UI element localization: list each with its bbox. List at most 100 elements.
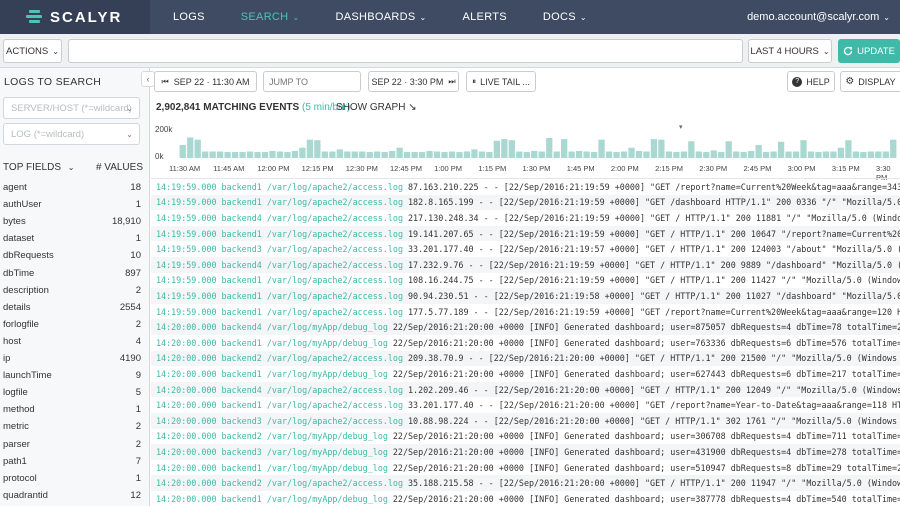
log-row[interactable]: 14:19:59.000 backend4/var/log/apache2/acc…: [151, 210, 900, 226]
histogram-bar[interactable]: [471, 149, 478, 158]
log-path[interactable]: /var/log/apache2/access.log: [267, 197, 403, 207]
histogram-bar[interactable]: [762, 152, 770, 158]
log-row[interactable]: 14:19:59.000 backend4/var/log/apache2/acc…: [151, 257, 900, 273]
histogram-bar[interactable]: [433, 151, 441, 158]
histogram-bar[interactable]: [254, 152, 261, 158]
log-row[interactable]: 14:20:00.000 backend2/var/log/apache2/acc…: [151, 350, 900, 367]
log-host[interactable]: backend1: [222, 494, 262, 504]
histogram-bar[interactable]: [374, 151, 381, 158]
histogram-bar[interactable]: [321, 151, 328, 158]
field-item[interactable]: quadrantid 12: [3, 487, 141, 504]
histogram-bar[interactable]: [605, 151, 613, 158]
jump-to-input[interactable]: [263, 71, 361, 92]
histogram-bar[interactable]: [590, 152, 598, 158]
histogram-bar[interactable]: [284, 152, 291, 158]
log-row[interactable]: 14:20:00.000 backend3/var/log/myApp/debug…: [151, 444, 900, 460]
histogram-bar[interactable]: [516, 151, 523, 158]
histogram-bar[interactable]: [777, 141, 785, 158]
log-host[interactable]: backend1: [222, 400, 262, 410]
log-row[interactable]: 14:19:59.000 backend1/var/log/apache2/acc…: [151, 304, 900, 320]
histogram-bar[interactable]: [299, 147, 306, 158]
log-path[interactable]: /var/log/apache2/access.log: [267, 385, 403, 395]
histogram-bar[interactable]: [568, 151, 575, 158]
histogram-bar[interactable]: [217, 151, 224, 158]
nav-item-dashboards[interactable]: DASHBOARDS ⌄: [317, 0, 444, 34]
histogram-bar[interactable]: [561, 139, 568, 158]
display-button[interactable]: ⚙ DISPLAY: [840, 71, 900, 92]
log-list[interactable]: 14:19:59.000 backend1/var/log/apache2/acc…: [151, 178, 900, 506]
field-item[interactable]: parser 2: [3, 436, 141, 453]
log-host[interactable]: backend3: [222, 416, 262, 426]
log-row[interactable]: 14:20:00.000 backend1/var/log/apache2/acc…: [151, 397, 900, 413]
histogram-bar[interactable]: [224, 152, 231, 158]
histogram-bar[interactable]: [194, 139, 201, 158]
log-row[interactable]: 14:19:59.000 backend1/var/log/apache2/acc…: [151, 194, 900, 211]
update-button[interactable]: UPDATE: [838, 39, 900, 63]
log-host[interactable]: backend3: [222, 447, 262, 457]
log-path[interactable]: /var/log/apache2/access.log: [267, 229, 403, 239]
histogram-bar[interactable]: [643, 151, 650, 158]
histogram-bar[interactable]: [807, 151, 815, 158]
histogram-bar[interactable]: [546, 138, 553, 158]
server-host-select[interactable]: SERVER/HOST (*=wildcard) ⌄: [3, 97, 140, 119]
histogram-bar[interactable]: [725, 141, 732, 158]
histogram-bar[interactable]: [620, 151, 628, 158]
histogram-bar[interactable]: [441, 152, 448, 158]
histogram-bar[interactable]: [179, 145, 186, 158]
histogram-bar[interactable]: [576, 150, 583, 158]
log-path[interactable]: /var/log/apache2/access.log: [267, 182, 403, 192]
histogram-bar[interactable]: [890, 139, 897, 158]
histogram-bar[interactable]: [680, 151, 687, 158]
log-host[interactable]: backend2: [222, 431, 262, 441]
log-path[interactable]: /var/log/apache2/access.log: [267, 260, 403, 270]
histogram-bar[interactable]: [882, 151, 889, 158]
histogram-bars[interactable]: ▾: [151, 123, 900, 163]
histogram-bar[interactable]: [658, 139, 665, 158]
histogram-bar[interactable]: [344, 151, 351, 158]
log-row[interactable]: 14:20:00.000 backend2/var/log/myApp/debug…: [151, 429, 900, 445]
histogram-bar[interactable]: [389, 150, 396, 158]
log-host[interactable]: backend2: [222, 478, 262, 488]
field-item[interactable]: authUser 1: [3, 196, 141, 213]
histogram-bar[interactable]: [187, 137, 194, 158]
log-host[interactable]: backend1: [222, 369, 262, 379]
histogram-bar[interactable]: [583, 151, 590, 158]
log-path[interactable]: /var/log/myApp/debug_log: [267, 369, 388, 379]
account-menu[interactable]: demo.account@scalyr.com ⌄: [747, 0, 890, 34]
log-host[interactable]: backend1: [222, 229, 262, 239]
log-host[interactable]: backend4: [222, 213, 262, 223]
histogram-bar[interactable]: [463, 151, 471, 158]
histogram-bar[interactable]: [523, 152, 530, 158]
histogram-bar[interactable]: [202, 151, 209, 158]
histogram-bar[interactable]: [665, 151, 673, 158]
log-row[interactable]: 14:20:00.000 backend4/var/log/myApp/debug…: [151, 319, 900, 335]
histogram-bar[interactable]: [269, 150, 276, 158]
histogram-bar[interactable]: [800, 140, 807, 158]
histogram-bar[interactable]: [314, 140, 321, 158]
histogram-bar[interactable]: [733, 151, 740, 158]
histogram-bar[interactable]: [291, 150, 299, 158]
live-tail-button[interactable]: ⏸ LIVE TAIL ...: [466, 71, 536, 92]
log-path[interactable]: /var/log/myApp/debug_log: [267, 494, 388, 504]
histogram-bar[interactable]: [875, 151, 882, 158]
histogram-bar[interactable]: [456, 152, 463, 158]
log-row[interactable]: 14:20:00.000 backend1/var/log/myApp/debug…: [151, 460, 900, 476]
log-host[interactable]: backend1: [222, 338, 262, 348]
histogram-bar[interactable]: [628, 147, 635, 158]
histogram-bar[interactable]: [703, 152, 710, 158]
start-time-button[interactable]: ⏮ SEP 22 · 11:30 AM: [154, 71, 257, 92]
end-time-button[interactable]: SEP 22 · 3:30 PM ⏭: [368, 71, 459, 92]
log-path[interactable]: /var/log/apache2/access.log: [267, 353, 403, 363]
histogram-bar[interactable]: [448, 151, 456, 158]
histogram-bar[interactable]: [867, 151, 874, 158]
log-host[interactable]: backend4: [222, 322, 262, 332]
histogram-bar[interactable]: [688, 141, 695, 158]
field-item[interactable]: launchTime 9: [3, 367, 141, 384]
histogram-bar[interactable]: [493, 140, 501, 158]
histogram-bar[interactable]: [418, 152, 426, 158]
log-host[interactable]: backend1: [222, 182, 262, 192]
log-path[interactable]: /var/log/apache2/access.log: [267, 478, 403, 488]
field-item[interactable]: dbTime 897: [3, 265, 141, 282]
logo[interactable]: SCALYR: [0, 0, 150, 34]
field-item[interactable]: bytes 18,910: [3, 213, 141, 230]
